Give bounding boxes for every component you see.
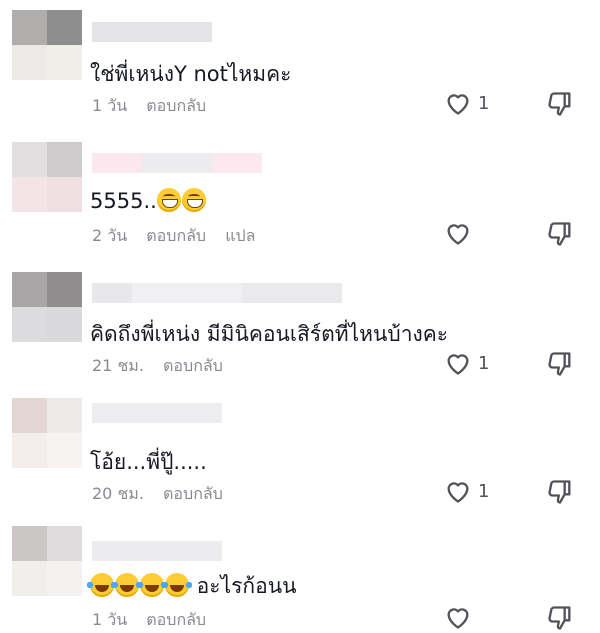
comment-meta: 1 วัน ตอบกลับ: [92, 608, 220, 633]
like-button[interactable]: [444, 604, 478, 630]
avatar[interactable]: [12, 526, 82, 596]
thumbs-down-icon[interactable]: [546, 90, 574, 118]
heart-icon: [447, 224, 469, 245]
comment-text: 5555..: [90, 188, 207, 213]
face-with-tears-of-joy-icon: [87, 573, 117, 597]
grinning-face-icon: [181, 188, 206, 212]
username-blurred[interactable]: [92, 541, 222, 561]
avatar[interactable]: [12, 10, 82, 80]
face-with-tears-of-joy-icon: [137, 573, 167, 597]
reply-button[interactable]: ตอบกลับ: [146, 96, 206, 115]
reply-button[interactable]: ตอบกลับ: [146, 610, 206, 629]
face-with-tears-of-joy-icon: [112, 573, 142, 597]
comment-text: ใช่พี่เหน่งY notไหมคะ: [90, 62, 292, 86]
like-count: 1: [478, 92, 490, 114]
like-count: 1: [478, 480, 490, 502]
grinning-face-icon: [156, 188, 181, 212]
username-blurred[interactable]: [92, 403, 222, 423]
like-button[interactable]: [444, 220, 478, 246]
comment-time: 20 ชม.: [92, 484, 144, 503]
like-button[interactable]: 1: [444, 350, 489, 376]
translate-button[interactable]: แปล: [225, 226, 255, 245]
avatar[interactable]: [12, 398, 82, 468]
thumbs-down-icon[interactable]: [546, 350, 574, 378]
username-blurred[interactable]: [92, 153, 262, 173]
thumbs-down-icon[interactable]: [546, 220, 574, 248]
reply-button[interactable]: ตอบกลับ: [163, 356, 223, 375]
comment-time: 2 วัน: [92, 226, 128, 245]
like-count: 1: [478, 352, 490, 374]
like-button[interactable]: 1: [444, 478, 489, 504]
comment-text-content: 5555..: [90, 189, 157, 213]
comment-time: 1 วัน: [92, 610, 128, 629]
heart-icon: [447, 482, 469, 503]
comment-text: อะไรก้อนน: [87, 570, 297, 603]
heart-icon: [447, 354, 469, 375]
comment-meta: 21 ชม. ตอบกลับ: [92, 354, 237, 379]
comment-text: โอ้ย...พี่ปู๊.....: [90, 450, 207, 474]
thumbs-down-icon[interactable]: [546, 478, 574, 506]
comment-text-content: อะไรก้อนน: [190, 574, 297, 598]
username-blurred[interactable]: [92, 283, 342, 303]
heart-icon: [447, 94, 469, 115]
avatar[interactable]: [12, 272, 82, 342]
username-blurred[interactable]: [92, 22, 212, 42]
avatar[interactable]: [12, 142, 82, 212]
heart-icon: [447, 608, 469, 629]
thumbs-down-icon[interactable]: [546, 604, 574, 632]
comment-time: 21 ชม.: [92, 356, 144, 375]
reply-button[interactable]: ตอบกลับ: [163, 484, 223, 503]
comment-meta: 2 วัน ตอบกลับ แปล: [92, 224, 269, 249]
comment-meta: 1 วัน ตอบกลับ: [92, 94, 220, 119]
comment-text: คิดถึงพี่เหน่ง มีมินิคอนเสิร์ตที่ไหนบ้าง…: [90, 322, 449, 346]
face-with-tears-of-joy-icon: [162, 573, 192, 597]
comment-meta: 20 ชม. ตอบกลับ: [92, 482, 237, 507]
like-button[interactable]: 1: [444, 90, 489, 116]
comment-time: 1 วัน: [92, 96, 128, 115]
reply-button[interactable]: ตอบกลับ: [146, 226, 206, 245]
